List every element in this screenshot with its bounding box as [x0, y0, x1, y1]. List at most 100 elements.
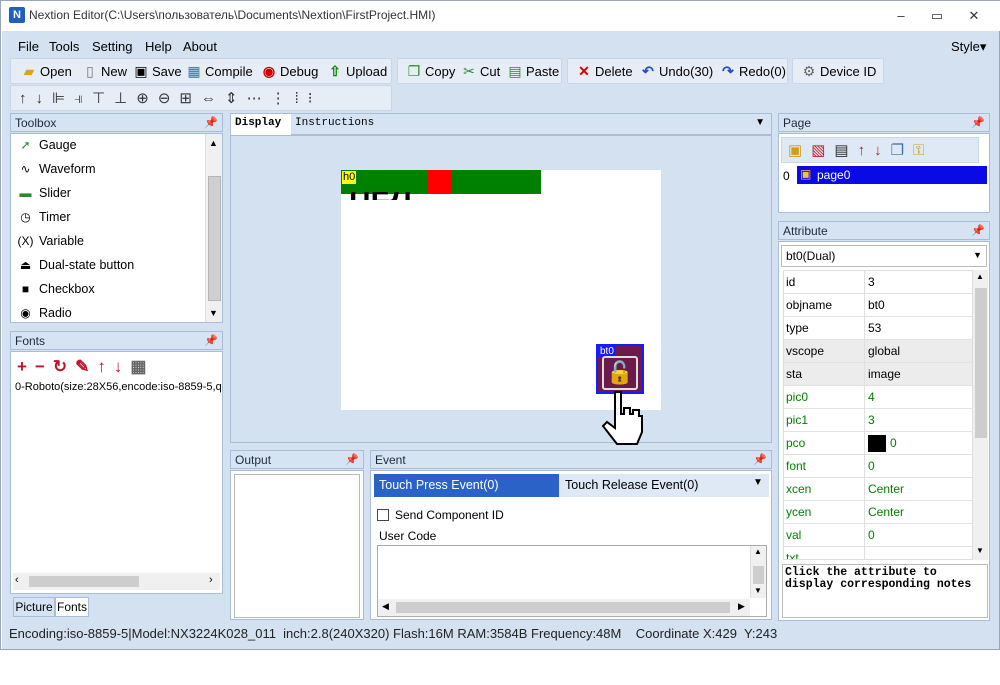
scroll-down-icon[interactable]: ▼: [976, 546, 984, 555]
same-size-icon[interactable]: ⊞: [179, 90, 201, 107]
move-down-icon[interactable]: ↓: [36, 90, 53, 107]
undo-button[interactable]: ↶ Undo(30): [640, 61, 713, 81]
distribute-v-icon[interactable]: ⁝: [308, 90, 322, 107]
slider-thumb[interactable]: [427, 170, 452, 194]
toolbox-item[interactable]: ➚ Gauge: [17, 138, 76, 152]
upload-button[interactable]: ⇧ Upload: [327, 61, 387, 81]
attribute-row[interactable]: pco 0: [784, 432, 972, 455]
add-page-icon[interactable]: ▣: [788, 142, 811, 159]
align-right-icon[interactable]: ⫣: [74, 90, 92, 107]
tab-picture[interactable]: Picture: [13, 597, 55, 617]
pin-icon[interactable]: 📌: [204, 334, 218, 347]
scroll-up-icon[interactable]: ▲: [976, 272, 984, 281]
import-page-icon[interactable]: ⚿: [913, 142, 933, 159]
scroll-left-icon[interactable]: ‹: [15, 574, 19, 586]
pin-icon[interactable]: 📌: [345, 453, 359, 466]
menu-tools[interactable]: Tools: [49, 39, 79, 54]
page-up-icon[interactable]: ↑: [858, 142, 875, 159]
same-height-icon[interactable]: ⇕: [225, 90, 247, 107]
menu-file[interactable]: File: [18, 39, 39, 54]
toolbox-item[interactable]: ∿ Waveform: [17, 162, 95, 176]
attribute-row[interactable]: font 0: [784, 455, 972, 478]
menu-help[interactable]: Help: [145, 39, 172, 54]
user-code-editor[interactable]: ▲ ▼ ◀ ▶: [377, 545, 767, 617]
event-dropdown-icon[interactable]: ▼: [753, 477, 763, 488]
save-button[interactable]: ▣ Save: [133, 61, 181, 81]
slider-h0[interactable]: h0: [341, 170, 541, 194]
add-font-icon[interactable]: +: [17, 357, 35, 376]
scroll-up-icon[interactable]: ▲: [209, 138, 218, 148]
page-down-icon[interactable]: ↓: [874, 142, 891, 159]
pin-icon[interactable]: 📌: [971, 116, 985, 129]
replace-font-icon[interactable]: ↻: [53, 357, 75, 376]
editor-hscrollbar[interactable]: ◀ ▶: [378, 599, 750, 616]
color-swatch[interactable]: [868, 435, 886, 452]
remove-font-icon[interactable]: −: [35, 357, 53, 376]
maximize-button[interactable]: ▭: [922, 5, 952, 27]
edit-font-icon[interactable]: ✎: [75, 357, 97, 376]
minimize-button[interactable]: –: [886, 5, 916, 27]
space-v-icon[interactable]: ⋮: [271, 90, 295, 107]
menu-about[interactable]: About: [183, 39, 217, 54]
attribute-value[interactable]: 0: [890, 436, 897, 450]
center-v-icon[interactable]: ⊖: [158, 90, 180, 107]
font-down-icon[interactable]: ↓: [114, 357, 131, 376]
attribute-row[interactable]: xcen Center: [784, 478, 972, 501]
toolbox-item[interactable]: ⏏ Dual-state button: [17, 258, 134, 272]
attribute-value[interactable]: Center: [868, 482, 904, 496]
pin-icon[interactable]: 📌: [753, 453, 767, 466]
pin-icon[interactable]: 📌: [204, 116, 218, 129]
editor-vscrollbar[interactable]: ▲ ▼: [750, 546, 766, 598]
attribute-value[interactable]: 3: [868, 413, 875, 427]
font-entry[interactable]: 0-Roboto(size:28X56,encode:iso-8859-5,qy…: [15, 381, 221, 393]
scroll-thumb[interactable]: [29, 576, 139, 587]
attribute-row[interactable]: id 3: [784, 271, 972, 294]
attribute-value[interactable]: image: [868, 367, 901, 381]
tab-display[interactable]: Display: [231, 114, 291, 135]
copy-page-icon[interactable]: ❐: [891, 142, 913, 159]
attribute-value[interactable]: 0: [868, 528, 875, 542]
dual-state-button-bt0[interactable]: bt0 🔓: [596, 344, 644, 394]
move-up-icon[interactable]: ↑: [19, 90, 36, 107]
tab-instructions[interactable]: Instructions: [295, 117, 374, 129]
same-width-icon[interactable]: ⇔: [201, 90, 225, 107]
attribute-value[interactable]: global: [868, 344, 900, 358]
attribute-value[interactable]: 3: [868, 275, 875, 289]
debug-button[interactable]: ◉ Debug: [261, 61, 318, 81]
attribute-row[interactable]: ycen Center: [784, 501, 972, 524]
component-selector[interactable]: bt0(Dual) ▼: [781, 245, 987, 267]
attribute-row[interactable]: val 0: [784, 524, 972, 547]
output-textarea[interactable]: [234, 474, 360, 618]
pin-icon[interactable]: 📌: [971, 224, 985, 237]
toolbox-item[interactable]: ◉ Radio: [17, 306, 71, 320]
tab-dropdown-icon[interactable]: ▼: [755, 117, 765, 128]
scroll-right-icon[interactable]: ▶: [738, 601, 745, 612]
compile-button[interactable]: ▦ Compile: [186, 61, 252, 81]
paste-button[interactable]: ▤ Paste: [507, 61, 559, 81]
align-bottom-icon[interactable]: ⊥: [114, 90, 136, 107]
attribute-row[interactable]: objname bt0: [784, 294, 972, 317]
toolbox-item[interactable]: ▬ Slider: [17, 186, 71, 200]
menu-setting[interactable]: Setting: [92, 39, 132, 54]
copy-button[interactable]: ❐ Copy: [406, 61, 456, 81]
space-h-icon[interactable]: ⋯: [247, 90, 271, 107]
cut-button[interactable]: ✂ Cut: [461, 61, 500, 81]
scroll-down-icon[interactable]: ▼: [209, 308, 218, 318]
attribute-row[interactable]: pic1 3: [784, 409, 972, 432]
scroll-down-icon[interactable]: ▼: [754, 586, 762, 595]
toolbox-item[interactable]: ◷ Timer: [17, 210, 70, 224]
scroll-up-icon[interactable]: ▲: [754, 547, 762, 556]
scroll-thumb[interactable]: [396, 602, 730, 613]
toolbox-item[interactable]: (X) Variable: [17, 234, 84, 248]
scroll-right-icon[interactable]: ›: [209, 574, 213, 586]
attribute-scrollbar[interactable]: ▲ ▼: [972, 270, 988, 560]
attribute-row[interactable]: type 53: [784, 317, 972, 340]
scroll-thumb[interactable]: [975, 288, 987, 438]
attribute-value[interactable]: 4: [868, 390, 875, 404]
tab-fonts[interactable]: Fonts: [55, 597, 89, 617]
send-component-id-checkbox[interactable]: [377, 509, 389, 521]
attribute-row[interactable]: vscope global: [784, 340, 972, 363]
font-up-icon[interactable]: ↑: [97, 357, 114, 376]
delete-button[interactable]: ✕ Delete: [576, 61, 632, 81]
toolbox-scrollbar[interactable]: ▲ ▼: [205, 134, 222, 322]
